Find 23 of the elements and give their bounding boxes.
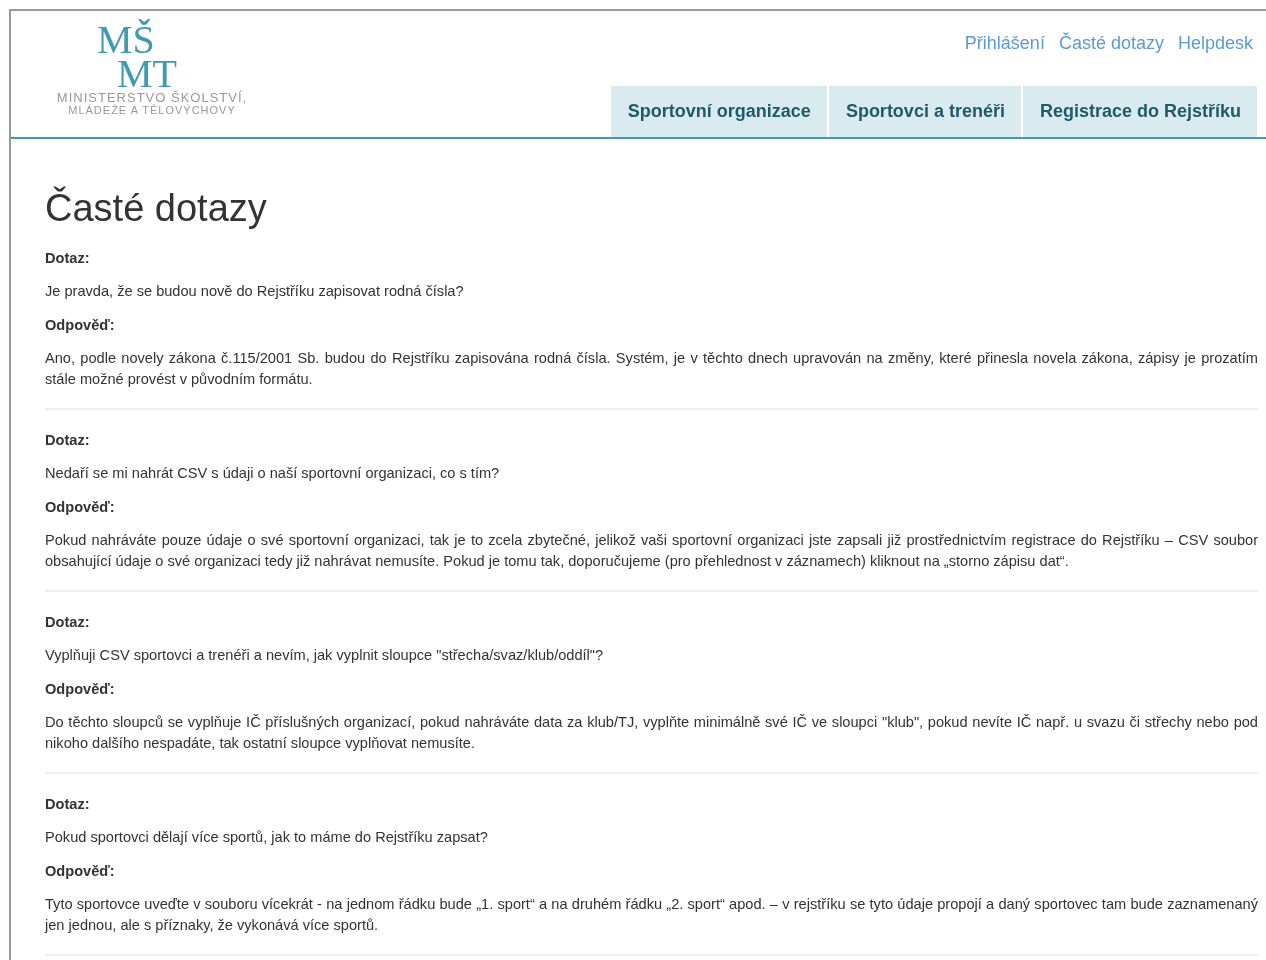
question-label: Dotaz: xyxy=(45,432,91,448)
question-text: Nedaří se mi nahrát CSV s údaji o naší sportovní organizaci, co s tím? xyxy=(45,464,501,483)
answer-label: Odpověď: xyxy=(45,863,116,879)
question-text: Pokud sportovci dělají více sportů, jak to máme do Rejstříku zapsat? xyxy=(45,828,489,847)
answer-label: Odpověď: xyxy=(45,499,116,515)
question-text: Vyplňuji CSV sportovci a trenéři a nevím, jak vyplnit sloupce "střecha/svaz/klub/oddíl"? xyxy=(45,646,605,665)
answer-text: Tyto sportovce uveďte v souboru vícekrát - na jednom řádku bude „1. sport“ a na druhém řádku „2. sport“ apod. – v rejstříku se tyto údaje propojí a daný sportovec tam bude zaznamenaný jen jednou, ale s příznaky, že vykonává více sportů. xyxy=(45,895,1258,935)
question-label: Dotaz: xyxy=(45,614,91,630)
logo-mark: MŠ MT xyxy=(97,19,207,91)
nav-tab[interactable]: Sportovní organizace xyxy=(610,86,827,137)
logo-text: MINISTERSTVO ŠKOLSTVÍ, xyxy=(56,91,248,105)
answer-text: Ano, podle novely zákona č.115/2001 Sb. budou do Rejstříku zapisována rodná čísla. Systém, je v těchto dnech upravován na změny, které přinesla novela zákona, zápisy je prozatím stále možné provést v původním formátu. xyxy=(45,349,1258,389)
page-title: Časté dotazy xyxy=(45,187,268,230)
answer-label: Odpověď: xyxy=(45,317,116,333)
question-label: Dotaz: xyxy=(45,796,91,812)
nav-tab[interactable]: Sportovci a trenéři xyxy=(828,86,1021,137)
answer-text: Pokud nahráváte pouze údaje o své sportovní organizaci, tak je to zcela zbytečné, jelikož vaši sportovní organizaci jste zapsali již prostřednictvím registrace do Rejstříku – CSV soubor obsahující údaje o své organizaci tedy již nahrávat nemusíte. Pokud je tomu tak, doporučujeme (pro přehlednost v záznamech) kliknout na „storno zápisu dat“. xyxy=(45,531,1258,571)
answer-text: Do těchto sloupců se vyplňuje IČ příslušných organizací, pokud nahráváte data za klub/TJ, vyplňte minimálně své IČ ve sloupci "klub", pokud nevíte IČ např. u svazu či střechy nebo pod nikoho dalšího nespadáte, tak ostatní sloupce vyplňovat nemusíte. xyxy=(45,713,1258,753)
logo-text: MLÁDEŽE A TĚLOVÝCHOVY xyxy=(68,104,236,117)
answer-label: Odpověď: xyxy=(45,681,116,697)
question-text: Je pravda, že se budou nově do Rejstříku zapisovat rodná čísla? xyxy=(45,282,465,301)
nav-tab[interactable]: Registrace do Rejstříku xyxy=(1022,86,1257,137)
question-label: Dotaz: xyxy=(45,250,91,266)
